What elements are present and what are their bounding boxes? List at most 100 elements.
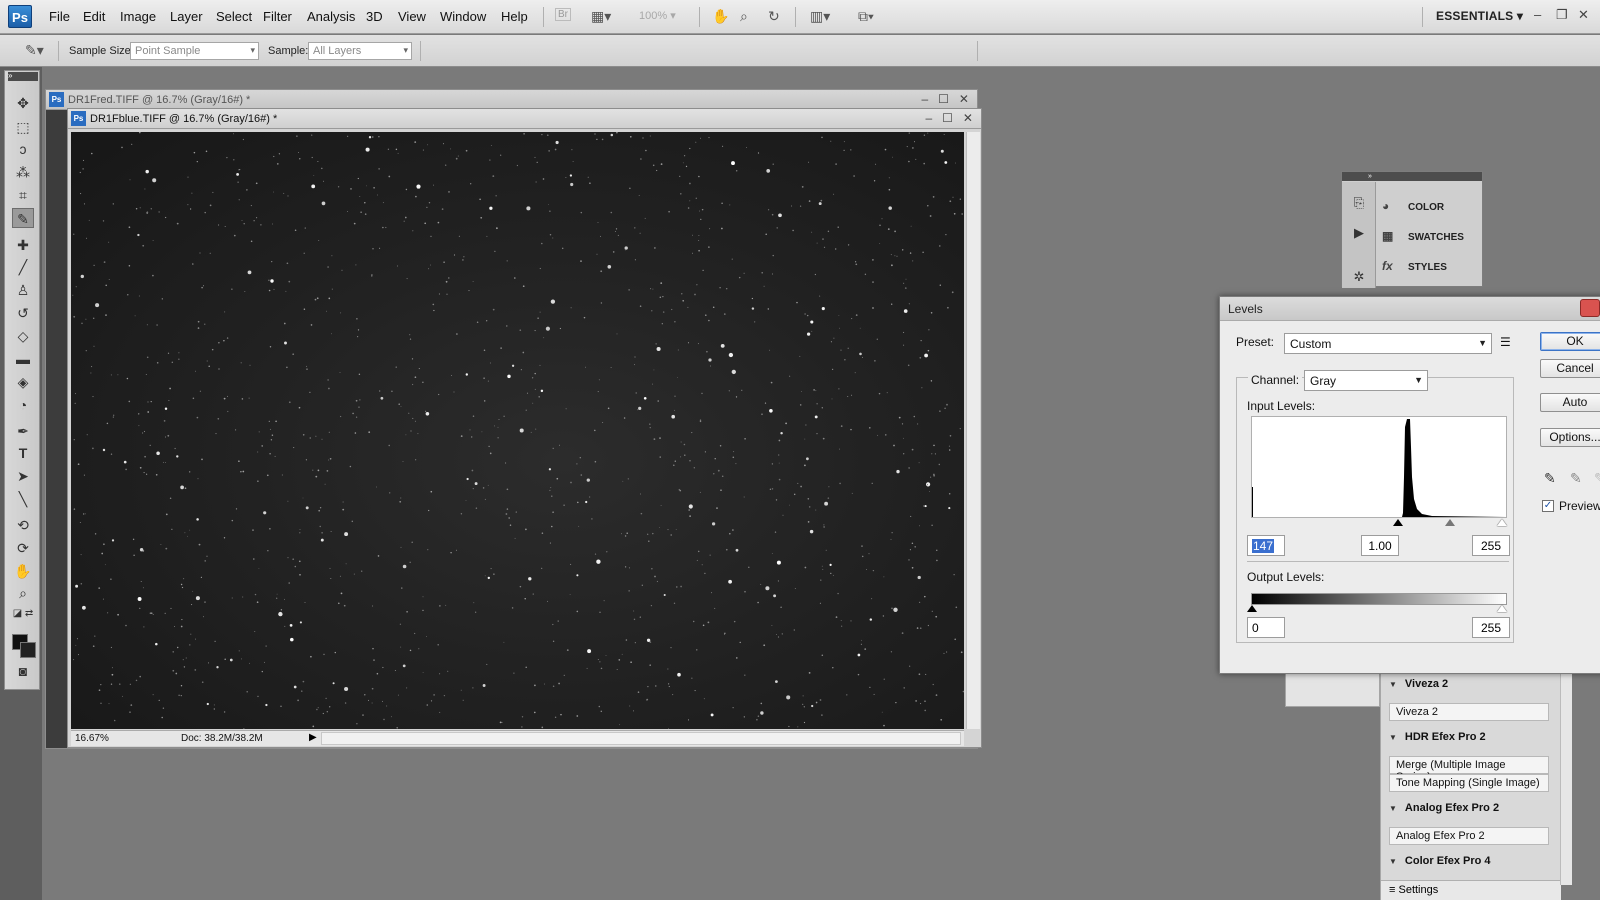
cancel-button[interactable]: Cancel	[1540, 359, 1600, 378]
quick-mask-icon[interactable]: ◙	[12, 661, 34, 681]
gamma-handle[interactable]	[1445, 519, 1455, 526]
input-gamma-field[interactable]: 1.00	[1361, 535, 1399, 556]
options-button[interactable]: Options...	[1540, 428, 1600, 447]
minimize-icon[interactable]: –	[1534, 7, 1541, 22]
channel-select[interactable]: Gray ▼	[1304, 370, 1428, 391]
menu-select[interactable]: Select	[216, 9, 252, 24]
menu-view[interactable]: View	[398, 9, 426, 24]
menu-3d[interactable]: 3D	[366, 9, 383, 24]
nik-group-analog-efex[interactable]: ▼ Analog Efex Pro 2	[1389, 802, 1499, 814]
rotate-view-icon[interactable]: ↻	[768, 8, 780, 25]
background-color-swatch[interactable]	[20, 642, 36, 658]
black-eyedropper-icon[interactable]: ✎	[1544, 470, 1556, 487]
preset-options-icon[interactable]: ☰	[1500, 335, 1511, 349]
preset-select[interactable]: Custom ▼	[1284, 333, 1492, 354]
sample-size-select[interactable]: Point Sample ▾	[130, 42, 259, 60]
workspace-switcher[interactable]: ESSENTIALS ▾	[1436, 9, 1523, 23]
nik-panel-scrollbar[interactable]	[1560, 665, 1572, 885]
output-black-field[interactable]: 0	[1247, 617, 1285, 638]
preview-checkbox[interactable]: ✓	[1542, 500, 1554, 512]
gradient-tool-icon[interactable]: ▬	[12, 349, 34, 369]
output-black-handle[interactable]	[1247, 605, 1257, 612]
arrange-documents-icon[interactable]: ▥▾	[810, 8, 830, 25]
eyedropper-tool-icon[interactable]: ✎	[12, 208, 34, 228]
hand-tool-icon[interactable]: ✋	[12, 561, 34, 581]
swap-colors-icon[interactable]: ◪ ⇄	[12, 604, 34, 624]
restore-icon[interactable]: ❐	[1556, 7, 1568, 23]
path-selection-tool-icon[interactable]: ➤	[12, 466, 34, 486]
black-point-handle[interactable]	[1393, 519, 1403, 526]
document-window-controls[interactable]: – ☐ ✕	[922, 92, 970, 106]
zoom-tool-icon[interactable]: ⌕	[740, 8, 748, 25]
nik-hdr-merge-button[interactable]: Merge (Multiple Image Series)	[1389, 756, 1549, 783]
nik-group-hdr-efex[interactable]: ▼ HDR Efex Pro 2	[1389, 731, 1486, 743]
lasso-tool-icon[interactable]: ↄ	[12, 139, 34, 159]
menu-layer[interactable]: Layer	[170, 9, 203, 24]
navigator-panel-icon[interactable]: ✲	[1350, 268, 1368, 286]
menu-file[interactable]: File	[49, 9, 70, 24]
status-zoom[interactable]: 16.67%	[75, 733, 109, 744]
output-white-handle[interactable]	[1497, 605, 1507, 612]
sample-select[interactable]: All Layers ▾	[308, 42, 412, 60]
close-icon[interactable]: ✕	[1578, 7, 1589, 23]
magic-wand-tool-icon[interactable]: ⁂	[12, 162, 34, 182]
image-canvas[interactable]	[71, 132, 964, 729]
zoom-tool-icon[interactable]: ⌕	[12, 583, 34, 603]
input-white-field[interactable]: 255	[1472, 535, 1510, 556]
dodge-tool-icon[interactable]: ◔	[12, 395, 34, 415]
nik-viveza-button[interactable]: Viveza 2	[1389, 703, 1549, 721]
eraser-tool-icon[interactable]: ◇	[12, 326, 34, 346]
document-titlebar[interactable]: Ps DR1Fblue.TIFF @ 16.7% (Gray/16#) * – …	[68, 109, 981, 129]
nik-analog-efex-button[interactable]: Analog Efex Pro 2	[1389, 827, 1549, 845]
toolbox-collapse-icon[interactable]: »	[8, 72, 38, 81]
input-levels-slider[interactable]	[1251, 519, 1507, 529]
bridge-icon[interactable]: Br	[555, 8, 571, 21]
menu-analysis[interactable]: Analysis	[307, 9, 355, 24]
vertical-scrollbar[interactable]	[966, 132, 980, 729]
styles-panel-tab[interactable]: fx STYLES	[1382, 255, 1447, 277]
3d-rotate-tool-icon[interactable]: ⟲	[12, 515, 34, 535]
nik-group-color-efex[interactable]: ▼ Color Efex Pro 4	[1389, 855, 1491, 867]
history-panel-icon[interactable]: ⎘	[1350, 194, 1368, 212]
white-point-handle[interactable]	[1497, 519, 1507, 526]
zoom-level-box[interactable]: 100% ▾	[639, 9, 685, 22]
gray-eyedropper-icon[interactable]: ✎	[1570, 470, 1582, 487]
blur-tool-icon[interactable]: ◈	[12, 372, 34, 392]
crop-tool-icon[interactable]: ⌗	[12, 185, 34, 205]
output-white-field[interactable]: 255	[1472, 617, 1510, 638]
clone-stamp-tool-icon[interactable]: ♙	[12, 280, 34, 300]
type-tool-icon[interactable]: T	[12, 443, 34, 463]
panel-dock-header[interactable]: »	[1342, 172, 1482, 181]
nik-hdr-tonemap-button[interactable]: Tone Mapping (Single Image)	[1389, 774, 1549, 792]
document-window-blue[interactable]: Ps DR1Fblue.TIFF @ 16.7% (Gray/16#) * – …	[67, 108, 982, 748]
input-black-field[interactable]: 147	[1247, 535, 1285, 556]
document-window-controls[interactable]: – ☐ ✕	[926, 111, 974, 125]
menu-filter[interactable]: Filter	[263, 9, 292, 24]
pen-tool-icon[interactable]: ✒	[12, 421, 34, 441]
menu-image[interactable]: Image	[120, 9, 156, 24]
actions-panel-icon[interactable]: ▶	[1350, 224, 1368, 242]
auto-button[interactable]: Auto	[1540, 393, 1600, 412]
screen-mode-icon[interactable]: ⧉▾	[858, 8, 874, 25]
swatches-panel-tab[interactable]: ▦ SWATCHES	[1382, 225, 1464, 247]
view-extras-icon[interactable]: ▦▾	[591, 8, 611, 25]
eyedropper-preset-icon[interactable]: ✎▾	[25, 42, 44, 59]
document-titlebar[interactable]: Ps DR1Fred.TIFF @ 16.7% (Gray/16#) * – ☐…	[46, 90, 977, 110]
levels-titlebar[interactable]: Levels	[1220, 297, 1600, 321]
menu-window[interactable]: Window	[440, 9, 486, 24]
line-tool-icon[interactable]: ╲	[12, 489, 34, 509]
move-tool-icon[interactable]: ✥	[12, 93, 34, 113]
nik-settings-bar[interactable]: ≡ Settings	[1381, 880, 1561, 900]
brush-tool-icon[interactable]: ╱	[12, 257, 34, 277]
menu-help[interactable]: Help	[501, 9, 528, 24]
hand-tool-icon[interactable]: ✋	[712, 8, 729, 25]
menu-edit[interactable]: Edit	[83, 9, 105, 24]
history-brush-tool-icon[interactable]: ↺	[12, 303, 34, 323]
color-panel-tab[interactable]: ◕ COLOR	[1382, 195, 1444, 217]
nik-group-viveza[interactable]: ▼ Viveza 2	[1389, 678, 1448, 690]
status-menu-arrow-icon[interactable]: ▶	[309, 732, 317, 743]
white-eyedropper-icon[interactable]: ✎	[1594, 470, 1600, 487]
horizontal-scrollbar[interactable]	[321, 732, 961, 745]
output-levels-slider[interactable]	[1247, 605, 1507, 615]
close-icon[interactable]	[1580, 299, 1600, 317]
